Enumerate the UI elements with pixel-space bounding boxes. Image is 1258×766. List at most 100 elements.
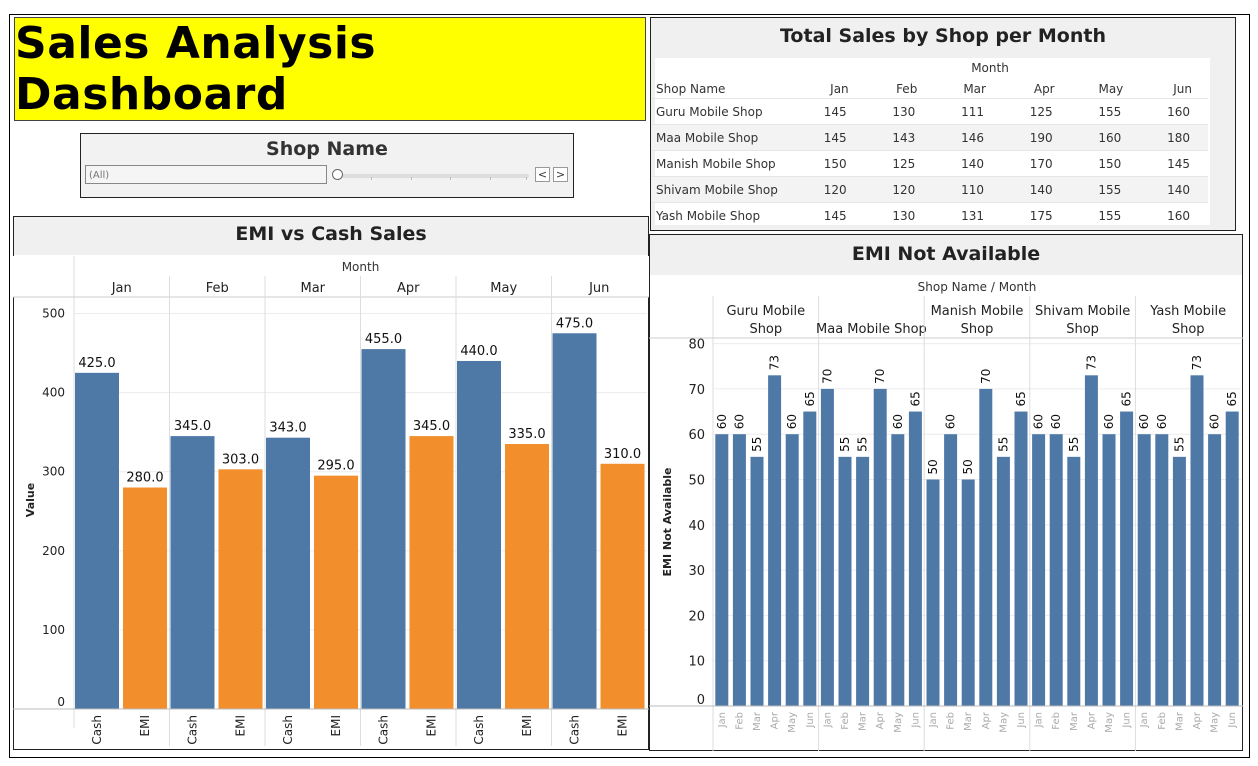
table-cell-shop: Guru Mobile Shop: [656, 104, 763, 119]
table-cell-value: 130: [892, 208, 916, 223]
chart2-data-label: 60: [1102, 414, 1116, 429]
chart2-bar[interactable]: [1225, 411, 1239, 706]
chart1-x-tick-label: EMI: [425, 715, 439, 736]
table-header-shop-name: Shop Name: [656, 82, 726, 96]
chart2-bar[interactable]: [1067, 456, 1081, 706]
chart2-x-tick-label: May: [1210, 712, 1221, 733]
chart1-bar-cash[interactable]: [170, 436, 215, 709]
table-cell-value: 145: [1167, 156, 1190, 171]
chart2-x-tick-label: Feb: [840, 712, 851, 730]
chart2-data-label: 50: [961, 459, 975, 474]
chart2-bar[interactable]: [715, 434, 729, 706]
chart2-data-label: 60: [785, 414, 799, 429]
table-cell-value: 150: [1098, 156, 1122, 171]
chart2-bar[interactable]: [926, 479, 940, 707]
chart1-data-label: 425.0: [78, 356, 115, 371]
chart2-bar[interactable]: [820, 388, 834, 706]
filter-prev-button[interactable]: <: [535, 167, 550, 182]
chart1-bar-cash[interactable]: [552, 333, 597, 709]
table-cell-value: 131: [961, 208, 984, 223]
chart2-bar[interactable]: [908, 411, 922, 706]
table-cell-value: 140: [961, 156, 984, 171]
chart1-y-tick-label: 0: [57, 695, 65, 709]
table-header-month: Mar: [963, 82, 986, 96]
chart2-bar[interactable]: [1014, 411, 1028, 706]
table-cell-value: 170: [1029, 156, 1053, 171]
chart2-bar[interactable]: [1190, 375, 1204, 706]
chart2-bar[interactable]: [1049, 434, 1063, 706]
chart1-bar-emi[interactable]: [409, 436, 454, 709]
chart1-data-label: 335.0: [508, 427, 545, 442]
chart2-shop-label: Maa Mobile Shop: [816, 322, 927, 337]
table-row[interactable]: Guru Mobile Shop 145 130 111 125 155 160: [652, 98, 1208, 125]
chart1-bar-emi[interactable]: [505, 444, 549, 709]
chart2-bar[interactable]: [1208, 434, 1222, 706]
slider-tick: [411, 177, 412, 180]
table-row[interactable]: Manish Mobile Shop 150 125 140 170 150 145: [652, 150, 1208, 177]
filter-next-button[interactable]: >: [553, 167, 568, 182]
chart2-y-tick-label: 30: [688, 564, 705, 579]
chart2-data-label: 55: [750, 437, 764, 452]
chart2-x-tick-label: May: [787, 712, 798, 733]
chart2-bar[interactable]: [1084, 375, 1098, 706]
chart1-month-label: Jun: [588, 281, 609, 296]
table-cell-value: 155: [1070, 176, 1140, 203]
chart1-x-tick-label: EMI: [616, 715, 630, 736]
chart1-bar-emi[interactable]: [314, 475, 358, 709]
chart1-bar-cash[interactable]: [361, 349, 406, 709]
chart2-bar[interactable]: [732, 434, 746, 706]
table-cell-value: 110: [933, 176, 1002, 203]
chart2-x-tick-label: Jan: [717, 712, 728, 728]
chart2-bar[interactable]: [768, 375, 782, 706]
chart2-x-tick-label: Apr: [770, 711, 781, 729]
table-row[interactable]: Yash Mobile Shop 145 130 131 175 155 160: [652, 202, 1208, 229]
table-row[interactable]: Maa Mobile Shop 145 143 146 190 160 180: [652, 124, 1208, 151]
chart2-bar[interactable]: [856, 456, 870, 706]
chart2-bar[interactable]: [944, 434, 958, 706]
chart2-bar[interactable]: [1172, 456, 1186, 706]
chart1-month-label: May: [490, 281, 517, 296]
chart2-y-tick-label: 20: [688, 609, 705, 624]
chart2-bar[interactable]: [1120, 411, 1134, 706]
chart2-bar[interactable]: [873, 388, 887, 706]
chart2-bar[interactable]: [838, 456, 852, 706]
chart1-bar-cash[interactable]: [75, 372, 119, 709]
chart2-y-tick-label: 70: [688, 383, 705, 398]
shop-filter-dropdown[interactable]: (All): [85, 165, 327, 184]
chart2-data-label: 60: [732, 414, 746, 429]
chart1-y-tick-label: 400: [42, 386, 65, 400]
chart2-bar[interactable]: [1137, 434, 1151, 706]
chart2-data-label: 60: [1049, 414, 1063, 429]
table-row[interactable]: Shivam Mobile Shop 120 120 110 140 155 140: [652, 176, 1208, 203]
chart1-bar-cash[interactable]: [457, 360, 501, 709]
table-cell-value: 180: [1139, 124, 1208, 151]
chart1-bar-emi[interactable]: [600, 463, 645, 709]
chart2-x-tick-label: May: [998, 712, 1009, 733]
filter-slider-track[interactable]: [337, 174, 529, 178]
table-cell-value: 175: [1029, 208, 1053, 223]
chart2-bar[interactable]: [803, 411, 817, 706]
chart2-bar[interactable]: [1032, 434, 1046, 706]
chart2-data-label: 70: [979, 369, 993, 384]
chart2-bar[interactable]: [996, 456, 1010, 706]
chart1-bar-emi[interactable]: [218, 469, 263, 709]
chart1-bar-emi[interactable]: [123, 487, 167, 709]
chart2-data-label: 60: [715, 414, 729, 429]
table-cell-value: 140: [1139, 176, 1208, 203]
chart2-bar[interactable]: [979, 388, 993, 706]
chart2-bar[interactable]: [1155, 434, 1169, 706]
chart2-bar[interactable]: [961, 479, 975, 707]
chart2-bar[interactable]: [1102, 434, 1116, 706]
chart1-bar-cash[interactable]: [266, 437, 310, 709]
chart2-bar[interactable]: [750, 456, 764, 706]
table-month-header: Month: [971, 61, 1009, 75]
chart2-y-tick-label: 10: [688, 655, 705, 670]
chart2-bar[interactable]: [891, 434, 905, 706]
chart2-x-tick-label: Apr: [981, 711, 992, 729]
chart2-y-tick-label: 80: [688, 338, 705, 353]
chart1-data-label: 343.0: [269, 421, 306, 436]
chart2-bar[interactable]: [785, 434, 799, 706]
table-cell-value: 160: [1070, 124, 1140, 151]
filter-slider-handle[interactable]: [332, 169, 343, 180]
chart1-x-tick-label: EMI: [520, 715, 534, 736]
